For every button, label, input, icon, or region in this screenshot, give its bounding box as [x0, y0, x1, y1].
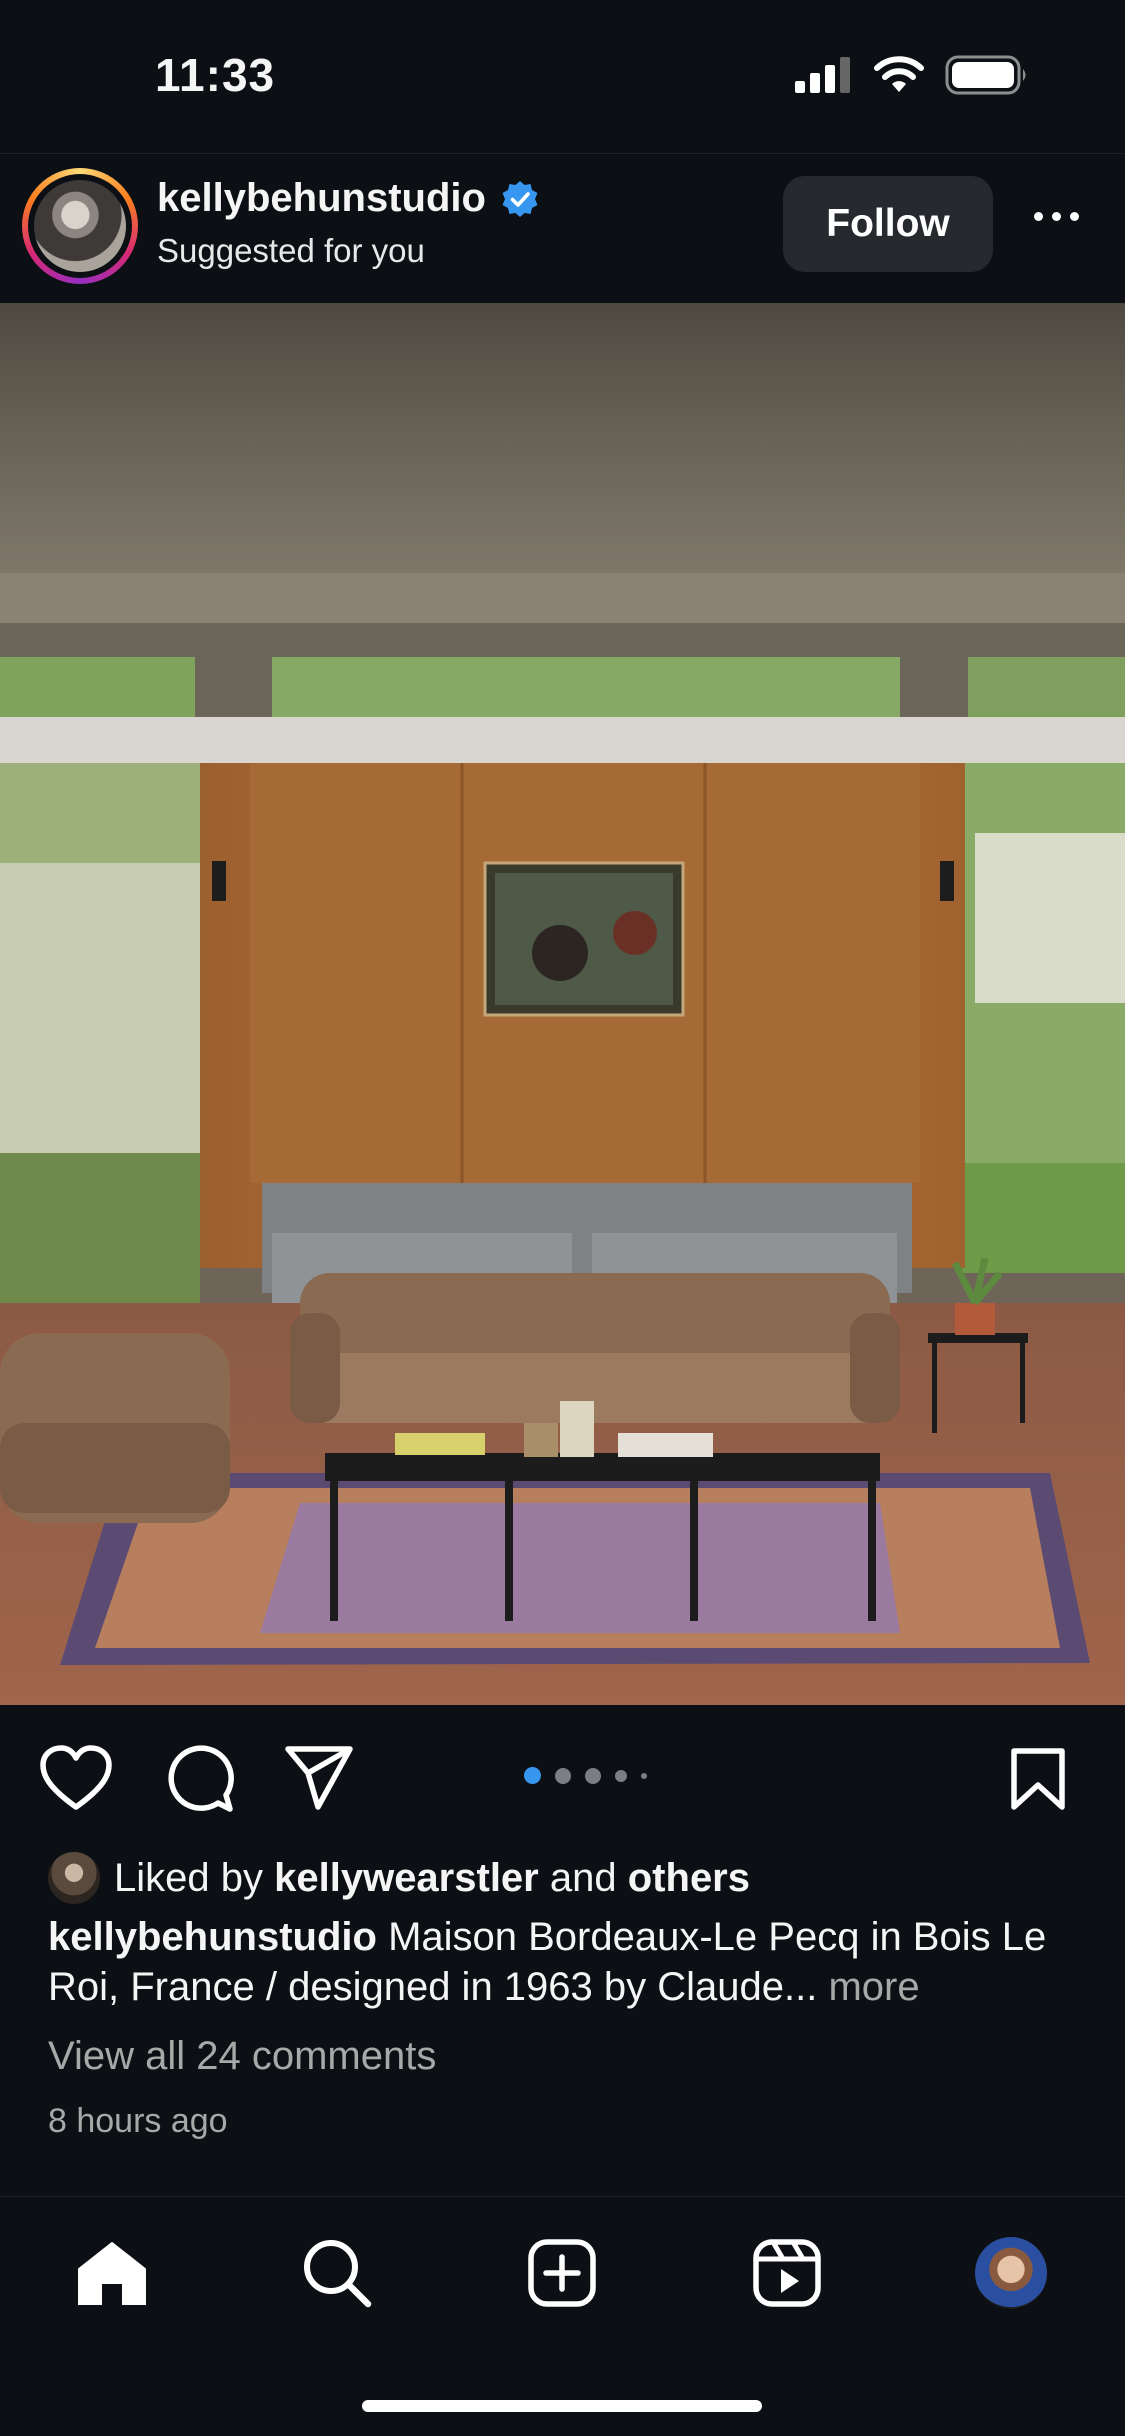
- home-icon: [78, 2242, 146, 2305]
- comment-icon[interactable]: [164, 1743, 234, 1813]
- liker-username[interactable]: kellywearstler: [274, 1856, 539, 1900]
- share-send-icon[interactable]: [284, 1745, 354, 1811]
- liked-by-others[interactable]: others: [628, 1856, 750, 1900]
- post-photo[interactable]: [0, 303, 1125, 1705]
- post-caption: kellybehunstudio Maison Bordeaux-Le Pecq…: [48, 1912, 1088, 2012]
- bottom-tab-bar: [0, 2196, 1125, 2337]
- post-actions: [0, 1705, 1125, 1855]
- tab-search[interactable]: [297, 2233, 377, 2313]
- like-heart-icon[interactable]: [40, 1745, 112, 1811]
- tab-create[interactable]: [522, 2233, 602, 2313]
- more-options-icon[interactable]: [1034, 212, 1079, 221]
- home-indicator: [362, 2400, 762, 2412]
- profile-avatar: [975, 2237, 1047, 2309]
- post-header: kellybehunstudio Suggested for you Follo…: [0, 153, 1125, 302]
- status-icons: [795, 54, 1029, 96]
- carousel-indicator: [524, 1767, 647, 1784]
- bookmark-save-icon[interactable]: [1010, 1747, 1066, 1811]
- tab-profile[interactable]: [971, 2233, 1051, 2313]
- caption-more-link[interactable]: more: [828, 1965, 919, 2009]
- post-timestamp: 8 hours ago: [48, 2102, 228, 2140]
- status-time: 11:33: [155, 49, 276, 101]
- search-icon: [304, 2240, 372, 2308]
- view-all-comments-link[interactable]: View all 24 comments: [48, 2034, 436, 2079]
- liked-by-row[interactable]: Liked by kellywearstler and others: [48, 1852, 750, 1904]
- cellular-signal-icon: [795, 57, 850, 93]
- story-ring-avatar[interactable]: [22, 168, 138, 284]
- verified-badge-icon: [502, 180, 538, 217]
- follow-button[interactable]: Follow: [783, 176, 993, 272]
- avatar: [34, 180, 126, 272]
- battery-icon: [945, 55, 1026, 95]
- tab-reels[interactable]: [747, 2233, 827, 2313]
- suggested-label: Suggested for you: [157, 232, 425, 269]
- wifi-icon: [874, 56, 924, 92]
- create-post-icon: [528, 2239, 596, 2307]
- tab-home[interactable]: [72, 2233, 152, 2313]
- caption-username[interactable]: kellybehunstudio: [48, 1915, 377, 1959]
- liker-avatar: [48, 1852, 100, 1904]
- post-username[interactable]: kellybehunstudio: [157, 176, 486, 221]
- reels-icon: [753, 2239, 821, 2307]
- carousel-dot-active: [524, 1767, 541, 1784]
